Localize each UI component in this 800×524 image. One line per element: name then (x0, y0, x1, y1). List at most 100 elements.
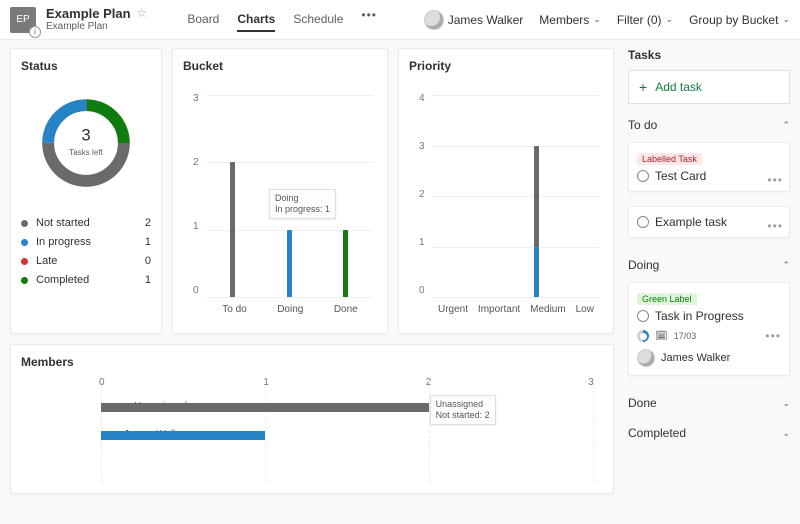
complete-toggle-icon[interactable] (637, 216, 649, 228)
members-dropdown[interactable]: Members ⌄ (539, 13, 601, 27)
plus-icon: + (639, 79, 647, 95)
plan-icon: EP i (10, 7, 36, 33)
legend-value: 0 (145, 255, 151, 267)
chevron-up-icon: ⌃ (782, 260, 790, 271)
plan-icon-text: EP (16, 14, 29, 25)
legend-value: 1 (145, 236, 151, 248)
chart-tooltip: Doing In progress: 1 (269, 189, 336, 219)
legend-value: 1 (145, 274, 151, 286)
filter-label: Filter (0) (617, 13, 662, 27)
members-title: Members (21, 355, 603, 369)
status-donut-chart: 3 Tasks left (36, 93, 136, 193)
y-tick: 3 (419, 141, 425, 152)
nav-board[interactable]: Board (187, 8, 219, 32)
nav-charts[interactable]: Charts (237, 8, 275, 32)
y-tick: 2 (193, 157, 199, 168)
user-name: James Walker (448, 13, 524, 27)
legend-value: 2 (145, 217, 151, 229)
assignee-name: James Walker (661, 352, 730, 364)
filter-dropdown[interactable]: Filter (0) ⌄ (617, 13, 673, 27)
plan-subtitle: Example Plan (46, 21, 147, 32)
task-card[interactable]: Example task ••• (628, 206, 790, 238)
y-tick: 4 (419, 93, 425, 104)
legend-label: In progress (36, 236, 91, 248)
view-nav: Board Charts Schedule ••• (187, 8, 377, 32)
chevron-down-icon: ⌄ (782, 398, 790, 409)
task-card[interactable]: Green Label Task in Progress 🗓 17/03 •••… (628, 282, 790, 376)
task-more-icon[interactable]: ••• (765, 329, 781, 343)
bar-done[interactable] (343, 230, 348, 297)
legend-row: Not started2 (21, 217, 151, 229)
section-completed-header[interactable]: Completed ⌄ (628, 426, 790, 440)
priority-plot-area (433, 95, 599, 297)
hbar-james[interactable] (101, 431, 265, 440)
members-label: Members (539, 13, 589, 27)
chevron-down-icon: ⌄ (666, 14, 674, 25)
bar-medium-notstarted[interactable] (534, 146, 539, 247)
bucket-x-labels: To do Doing Done (207, 304, 373, 315)
calendar-icon: 🗓 (655, 331, 668, 342)
groupby-dropdown[interactable]: Group by Bucket ⌄ (689, 13, 790, 27)
legend-row: In progress 1 (21, 236, 151, 248)
add-task-button[interactable]: + Add task (628, 70, 790, 104)
y-tick: 2 (419, 189, 425, 200)
y-tick: 1 (193, 221, 199, 232)
progress-icon (637, 330, 649, 342)
legend-dot-icon (21, 220, 28, 227)
legend-row: Completed1 (21, 274, 151, 286)
legend-dot-icon (21, 239, 28, 246)
favorite-star-icon[interactable]: ☆ (137, 7, 148, 20)
nav-schedule[interactable]: Schedule (293, 8, 343, 32)
task-label-pill: Green Label (637, 293, 697, 305)
x-label: Medium (530, 304, 566, 315)
section-doing-header[interactable]: Doing ⌃ (628, 258, 790, 272)
info-icon[interactable]: i (29, 26, 41, 38)
task-title: Test Card (655, 169, 706, 183)
task-more-icon[interactable]: ••• (767, 219, 783, 233)
bar-medium-inprogress[interactable] (534, 247, 539, 298)
section-todo-header[interactable]: To do ⌃ (628, 118, 790, 132)
bucket-title: Bucket (183, 59, 377, 73)
status-legend: Not started2 In progress 1 Late 0 Complete… (21, 217, 151, 286)
plan-title: Example Plan (46, 7, 131, 21)
y-tick: 0 (193, 285, 199, 296)
nav-more-icon[interactable]: ••• (361, 8, 377, 32)
chevron-down-icon: ⌄ (782, 428, 790, 439)
task-assignee[interactable]: James Walker (637, 349, 781, 367)
section-done-header[interactable]: Done ⌄ (628, 396, 790, 410)
assignee-avatar-icon (637, 349, 655, 367)
complete-toggle-icon[interactable] (637, 310, 649, 322)
members-plot-area: 0 1 2 3 Unassigned James Walker Unassign… (101, 381, 593, 483)
task-card[interactable]: Labelled Task Test Card ••• (628, 142, 790, 192)
bar-todo[interactable] (230, 162, 235, 297)
chevron-down-icon: ⌄ (593, 14, 601, 25)
top-right-controls: James Walker Members ⌄ Filter (0) ⌄ Grou… (424, 10, 790, 30)
tasks-panel: Tasks + Add task To do ⌃ Labelled Task T… (624, 40, 800, 524)
user-avatar-icon (424, 10, 444, 30)
tooltip-line: Not started: 2 (436, 410, 490, 421)
chart-tooltip: Unassigned Not started: 2 (430, 395, 496, 425)
current-user[interactable]: James Walker (424, 10, 524, 30)
status-chart-card: Status 3 Tasks left Not started2 In prog… (10, 48, 162, 334)
groupby-label: Group by Bucket (689, 13, 778, 27)
charts-area: Status 3 Tasks left Not started2 In prog… (0, 40, 624, 524)
legend-label: Late (36, 255, 57, 267)
complete-toggle-icon[interactable] (637, 170, 649, 182)
x-label: Done (334, 304, 358, 315)
bar-doing[interactable] (287, 230, 292, 297)
legend-dot-icon (21, 258, 28, 265)
x-label: Doing (277, 304, 303, 315)
x-label: To do (222, 304, 246, 315)
add-task-label: Add task (655, 80, 702, 94)
task-title: Example task (655, 215, 727, 229)
members-chart-card: Members 0 1 2 3 Unassigned James Walker … (10, 344, 614, 494)
task-date: 17/03 (674, 331, 697, 341)
priority-chart-card: Priority 4 3 2 1 0 Urgent Important (398, 48, 614, 334)
tasks-panel-title: Tasks (628, 48, 790, 62)
hbar-unassigned[interactable] (101, 403, 429, 412)
section-label: To do (628, 118, 657, 132)
y-tick: 1 (419, 237, 425, 248)
tooltip-line: Doing (275, 193, 330, 204)
donut-center-label: Tasks left (69, 148, 103, 157)
task-more-icon[interactable]: ••• (767, 173, 783, 187)
